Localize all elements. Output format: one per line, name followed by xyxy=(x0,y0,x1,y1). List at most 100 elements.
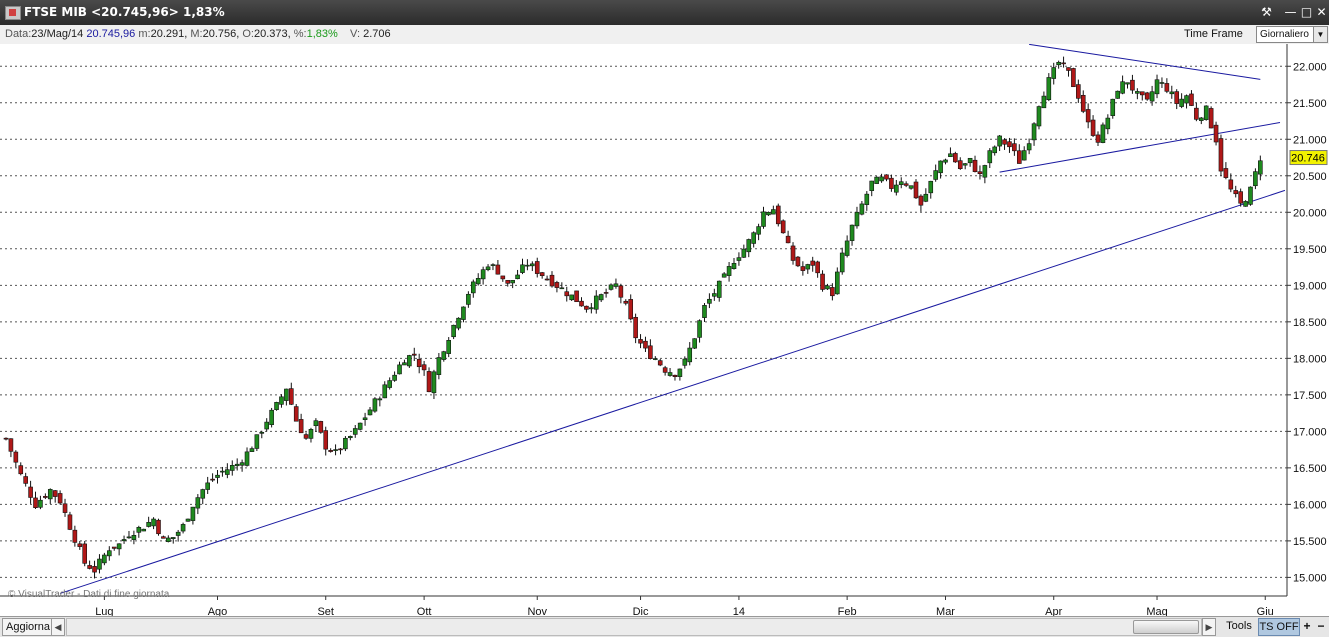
candle-body xyxy=(121,539,127,542)
x-tick-label: Nov xyxy=(527,606,547,616)
candle-body xyxy=(1164,83,1170,92)
candle-body xyxy=(1031,123,1037,141)
timeframe-select[interactable]: Giornaliero ▼ xyxy=(1256,26,1328,43)
y-tick-label: 17.000 xyxy=(1293,426,1327,438)
candle-body xyxy=(190,506,196,521)
refresh-button[interactable]: Aggiorna xyxy=(2,618,55,636)
candle-body xyxy=(382,384,388,399)
candle-body xyxy=(1105,117,1111,130)
candle-body xyxy=(677,368,683,377)
candle-body xyxy=(446,340,452,354)
candle-body xyxy=(1026,143,1032,151)
price-chart[interactable]: 15.000 15.500 16.000 16.500 17.000 17.500 18.0… xyxy=(0,44,1329,616)
y-tick-label: 15.500 xyxy=(1293,536,1327,548)
candle-body xyxy=(667,372,673,376)
close-button[interactable]: ✕ xyxy=(1313,4,1329,20)
candle-body xyxy=(505,280,511,284)
y-tick-label: 17.500 xyxy=(1293,390,1327,402)
candle-body xyxy=(894,184,899,193)
candle-body xyxy=(652,358,658,360)
candle-body xyxy=(800,266,806,271)
candle-body xyxy=(1238,191,1243,204)
candle-body xyxy=(692,338,697,349)
y-tick-label: 20.000 xyxy=(1293,207,1327,219)
app-chart-icon xyxy=(5,6,21,20)
candle-body xyxy=(908,185,914,189)
candle-body xyxy=(662,367,668,373)
candle-body xyxy=(407,355,412,367)
candle-body xyxy=(461,306,466,320)
scrollbar-thumb[interactable] xyxy=(1133,620,1199,634)
candle-body xyxy=(869,180,875,191)
candle-body xyxy=(702,305,707,318)
candle-body xyxy=(569,294,574,301)
candle-body xyxy=(185,518,191,522)
x-tick-label: Lug xyxy=(95,606,113,616)
y-tick-label: 19.500 xyxy=(1293,244,1327,256)
candle-body xyxy=(967,157,973,164)
minimize-button[interactable]: — xyxy=(1282,4,1299,20)
candle-body xyxy=(3,437,9,440)
candle-body xyxy=(564,291,570,297)
candle-body xyxy=(500,275,506,280)
candle-body xyxy=(849,224,855,241)
candle-body xyxy=(574,290,579,303)
candle-body xyxy=(436,357,442,375)
candle-body xyxy=(234,463,240,467)
scroll-left-icon[interactable]: ◀ xyxy=(51,618,65,636)
candle-body xyxy=(598,294,604,301)
candle-body xyxy=(810,260,816,266)
candle-body xyxy=(1144,92,1150,100)
candle-body xyxy=(790,245,796,261)
candle-body xyxy=(180,524,186,532)
candle-body xyxy=(1198,117,1204,121)
candle-body xyxy=(131,535,137,540)
candle-body xyxy=(151,518,156,527)
candle-body xyxy=(343,437,348,450)
candle-body xyxy=(1085,109,1091,123)
ts-off-button[interactable]: TS OFF xyxy=(1258,618,1300,636)
candle-body xyxy=(795,256,801,267)
candle-body xyxy=(1135,91,1140,94)
x-tick-label: Dic xyxy=(633,606,649,616)
zoom-out-button[interactable]: − xyxy=(1315,618,1327,634)
candle-body xyxy=(146,522,151,527)
candle-body xyxy=(313,420,319,427)
candle-body xyxy=(539,272,545,277)
zoom-in-button[interactable]: + xyxy=(1301,618,1313,634)
candle-body xyxy=(92,566,97,573)
candle-body xyxy=(953,153,958,163)
candle-body xyxy=(510,280,515,284)
candle-body xyxy=(928,180,934,194)
candle-body xyxy=(785,235,791,244)
candle-body xyxy=(825,285,830,290)
candle-body xyxy=(1228,179,1234,190)
candle-body xyxy=(475,278,481,285)
tools-icon[interactable]: ⚒ xyxy=(1258,4,1275,20)
candle-body xyxy=(274,402,279,410)
candle-body xyxy=(707,298,712,304)
candle-body xyxy=(47,489,53,500)
candle-body xyxy=(726,266,732,276)
candle-body xyxy=(1046,77,1052,101)
scroll-right-icon[interactable]: ▶ xyxy=(1202,618,1216,636)
candle-body xyxy=(844,240,850,256)
x-tick-label: Mar xyxy=(936,606,955,616)
candle-body xyxy=(43,496,48,498)
candle-body xyxy=(1223,168,1229,178)
candle-body xyxy=(1233,190,1239,195)
candle-body xyxy=(943,159,948,163)
candle-body xyxy=(1115,90,1120,99)
horizontal-scrollbar[interactable] xyxy=(66,618,1202,636)
candle-body xyxy=(682,358,688,366)
y-tick-label: 22.000 xyxy=(1293,61,1327,73)
candle-body xyxy=(195,497,201,509)
chevron-down-icon[interactable]: ▼ xyxy=(1313,27,1327,42)
candle-body xyxy=(52,490,58,497)
candle-body xyxy=(466,293,471,305)
min-label: m: xyxy=(138,28,151,40)
candle-body xyxy=(416,358,422,368)
tools-button[interactable]: Tools xyxy=(1224,618,1254,634)
candle-body xyxy=(657,360,663,366)
candle-body xyxy=(338,448,343,451)
